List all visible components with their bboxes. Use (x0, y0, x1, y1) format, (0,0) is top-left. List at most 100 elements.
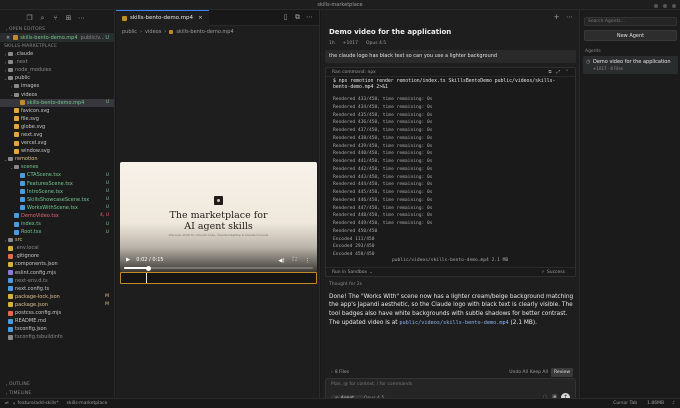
timeline-header[interactable]: › TIMELINE (0, 390, 114, 397)
tree-item-name: tsconfig.json (15, 326, 47, 333)
video-player[interactable]: The marketplace for AI agent skills Disc… (120, 162, 317, 272)
project-header[interactable]: SKILLS-MARKETPLACE (0, 43, 114, 50)
outline-header[interactable]: › OUTLINE (0, 381, 114, 388)
timeline-playhead[interactable] (146, 273, 148, 283)
agent-search-input[interactable]: Search Agents... (584, 17, 677, 26)
branch-icon: ⑂ (12, 401, 16, 407)
tree-folder[interactable]: › .claude (0, 50, 114, 58)
close-icon[interactable]: × (6, 35, 10, 41)
project-label: SKILLS-MARKETPLACE (4, 44, 58, 49)
tree-file[interactable]: package.json M (0, 301, 114, 309)
tree-file[interactable]: FeaturesScene.tsx U (0, 180, 114, 188)
open-editor-item[interactable]: × skills-bento-demo.mp4 public/v... U (0, 33, 114, 42)
tree-file[interactable]: CTAScene.tsx U (0, 171, 114, 179)
plus-icon[interactable]: + (553, 14, 560, 21)
tree-file[interactable]: .gitignore (0, 252, 114, 260)
tree-folder[interactable]: › .next (0, 58, 114, 66)
cursor-tab-status[interactable]: Cursor Tab (613, 401, 637, 406)
timeline-label: TIMELINE (9, 391, 32, 396)
tree-folder[interactable]: › node_modules (0, 66, 114, 74)
tree-file[interactable]: WorksWithScene.tsx U (0, 204, 114, 212)
file-tree: › .claude › .next › node_modules ⌄ public › image… (0, 50, 114, 341)
video-progress-bar[interactable] (124, 265, 313, 271)
tree-file[interactable]: .env.local (0, 244, 114, 252)
tree-file[interactable]: SkillsShowcaseScene.tsx U (0, 196, 114, 204)
tree-file[interactable]: file.svg (0, 115, 114, 123)
project-name[interactable]: skills-marketplace (67, 401, 108, 406)
notifications-icon[interactable]: ♪ (672, 401, 675, 406)
close-icon[interactable]: × (198, 15, 203, 21)
tree-file[interactable]: package-lock.json M (0, 293, 114, 301)
breadcrumb-item[interactable]: skills-bento-demo.mp4 (176, 29, 233, 35)
chevron-down-icon[interactable]: ⌄ (369, 270, 373, 275)
tree-item-name: WorksWithScene.tsx (27, 204, 78, 211)
tree-file[interactable]: skills-bento-demo.mp4 U (0, 98, 114, 107)
tree-item-name: components.json (15, 261, 58, 268)
output-line: Rendered 445/450, time remaining: 0s (333, 190, 433, 195)
collapse-icon[interactable]: ⌃ (565, 70, 569, 75)
remote-icon[interactable]: ⇌ (5, 401, 9, 406)
git-branch[interactable]: feature/add-skills* (17, 401, 58, 406)
video-timeline-strip[interactable] (120, 272, 317, 284)
tree-folder[interactable]: ⌄ public (0, 74, 114, 82)
tree-file[interactable]: globe.svg (0, 123, 114, 131)
files-count[interactable]: 8 Files (335, 370, 349, 375)
review-button[interactable]: Review (550, 368, 573, 377)
open-editors-header[interactable]: › OPEN EDITORS (0, 26, 114, 33)
more-icon[interactable]: ⋮ (305, 258, 311, 264)
tree-file[interactable]: IntroScene.tsx U (0, 188, 114, 196)
chevron-right-icon[interactable]: › (331, 370, 333, 375)
search-icon[interactable]: ⌕ (39, 14, 46, 22)
tree-file[interactable]: index.ts U (0, 220, 114, 228)
agent-list-item[interactable]: ◷ Demo video for the application +1017 ·… (583, 56, 678, 74)
tree-file[interactable]: DemoVideo.tsx 4, U (0, 212, 114, 220)
window-control-icon[interactable] (663, 4, 668, 8)
expand-icon[interactable]: ⤢ (557, 69, 561, 75)
more-icon[interactable]: ⋯ (566, 14, 573, 21)
tree-file[interactable]: components.json (0, 260, 114, 268)
tree-file[interactable]: postcss.config.mjs (0, 309, 114, 317)
video-progress-handle[interactable] (146, 265, 152, 271)
thought-label[interactable]: Thought for 2s (329, 282, 362, 287)
tree-file[interactable]: tsconfig.tsbuildinfo (0, 333, 114, 341)
keep-all-button[interactable]: Keep All (530, 368, 548, 377)
more-icon[interactable]: ⋯ (78, 14, 85, 22)
breadcrumb-item[interactable]: public (122, 29, 137, 35)
explorer-icon[interactable]: ❐ (26, 14, 33, 22)
output-line: Rendered 434/450, time remaining: 0s (333, 104, 433, 110)
tree-file[interactable]: window.svg (0, 147, 114, 155)
fullscreen-icon[interactable]: ⛶ (293, 257, 297, 264)
tree-folder[interactable]: › src (0, 236, 114, 244)
source-control-icon[interactable]: ⑂ (52, 14, 59, 22)
user-message[interactable]: the claude logo has black text so can yo… (325, 50, 576, 63)
tree-file[interactable]: eslint.config.mjs (0, 269, 114, 277)
tree-folder[interactable]: ⌄ remotion (0, 155, 114, 163)
tab-video-file[interactable]: skills-bento-demo.mp4 × (116, 9, 209, 26)
tree-folder[interactable]: ⌄ videos (0, 90, 114, 98)
video-file-icon (122, 15, 127, 21)
copy-icon[interactable]: ⧉ (548, 69, 551, 75)
window-control-icon[interactable] (654, 4, 659, 8)
more-icon[interactable]: ⋯ (306, 14, 313, 21)
window-control-icon[interactable] (672, 4, 676, 8)
reply-code-path[interactable]: public/videos/skills-bento-demo.mp4 (399, 320, 508, 326)
split-editor-icon[interactable]: ▯ (282, 14, 289, 21)
tree-file[interactable]: next.config.ts (0, 285, 114, 293)
tree-file[interactable]: Root.tsx U (0, 228, 114, 236)
tree-folder[interactable]: ⌄ scenes (0, 163, 114, 171)
tree-file[interactable]: tsconfig.json (0, 325, 114, 333)
tree-file[interactable]: next.svg (0, 131, 114, 139)
tree-folder[interactable]: › images (0, 82, 114, 90)
run-in-sandbox[interactable]: Run in Sandbox (332, 270, 367, 275)
breadcrumb-item[interactable]: videos (145, 29, 161, 35)
new-agent-button[interactable]: New Agent (584, 30, 677, 41)
tree-file[interactable]: vercel.svg (0, 139, 114, 147)
volume-icon[interactable]: ◀) (278, 258, 284, 264)
extensions-icon[interactable]: ⊞ (65, 14, 72, 22)
tree-file[interactable]: README.md (0, 317, 114, 325)
tree-file[interactable]: next-env.d.ts (0, 277, 114, 285)
layout-icon[interactable]: ⧉ (294, 14, 301, 21)
play-icon[interactable]: ▶ (126, 257, 130, 263)
tree-file[interactable]: favicon.svg (0, 107, 114, 115)
undo-all-button[interactable]: Undo All (509, 368, 528, 377)
